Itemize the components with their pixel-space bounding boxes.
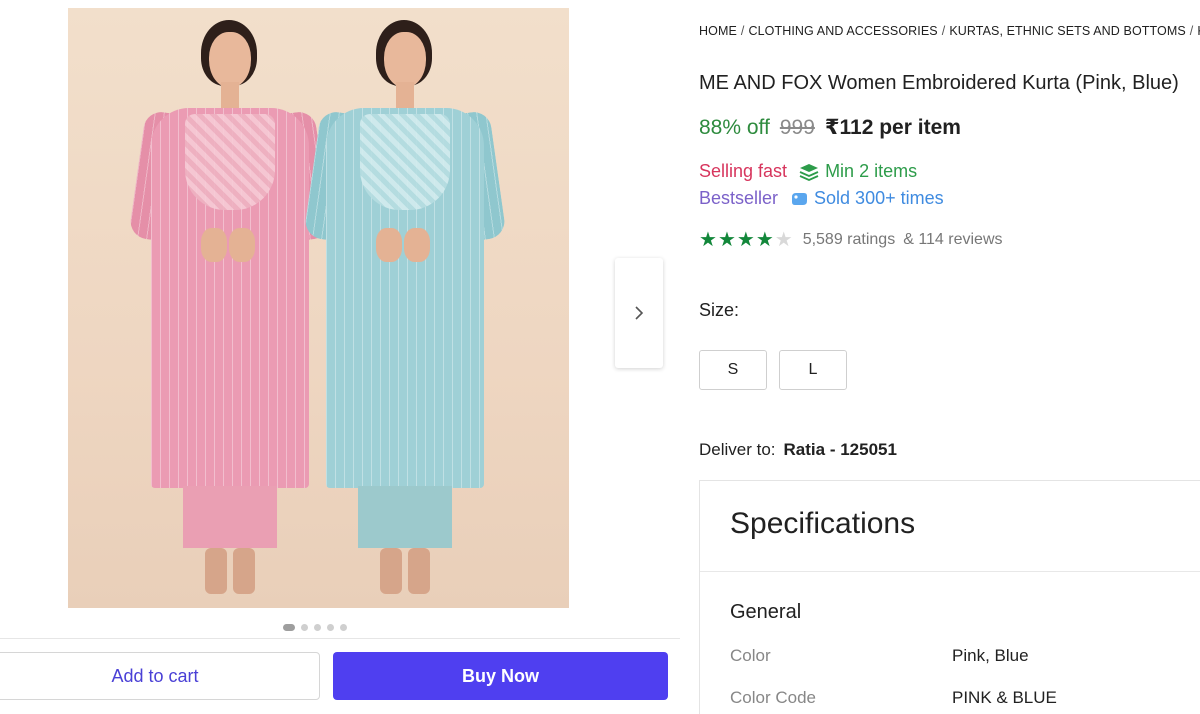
- product-title: ME AND FOX Women Embroidered Kurta (Pink…: [699, 72, 1179, 94]
- rating-row[interactable]: ★ ★ ★ ★ ★ 5,589 ratings & 114 reviews: [699, 230, 1003, 250]
- specifications-card: Specifications General Color Pink, Blue …: [699, 480, 1200, 714]
- sold-count-badge: Sold 300+ times: [790, 188, 944, 209]
- carousel-dots: [283, 624, 347, 631]
- price-row: 88% off 999 ₹112 per item: [699, 115, 961, 140]
- divider: [700, 571, 1200, 572]
- deliver-label: Deliver to:: [699, 440, 776, 459]
- spec-key: Color: [730, 646, 771, 665]
- spec-value: Pink, Blue: [952, 646, 1029, 665]
- star-icon: ★: [736, 229, 755, 251]
- star-empty-icon: ★: [774, 229, 793, 251]
- star-icon: ★: [717, 229, 736, 251]
- badge-row-2: Bestseller Sold 300+ times: [699, 188, 944, 209]
- bestseller-badge: Bestseller: [699, 188, 779, 208]
- spec-value: PINK & BLUE: [952, 688, 1057, 707]
- mrp-price: 999: [779, 116, 815, 139]
- star-icon: ★: [699, 229, 717, 251]
- min-items-badge: Min 2 items: [799, 161, 917, 182]
- size-option-l[interactable]: L: [779, 350, 847, 390]
- star-rating: ★ ★ ★ ★ ★: [699, 230, 793, 250]
- breadcrumb-home[interactable]: HOME: [699, 24, 737, 38]
- size-option-s[interactable]: S: [699, 350, 767, 390]
- discount-percent: 88% off: [699, 116, 770, 139]
- buy-now-button[interactable]: Buy Now: [333, 652, 668, 700]
- ratings-count: 5,589 ratings: [802, 231, 896, 248]
- carousel-dot-3[interactable]: [314, 624, 321, 631]
- star-icon: ★: [755, 229, 774, 251]
- tag-icon: [792, 192, 808, 205]
- add-to-cart-button[interactable]: Add to cart: [0, 652, 320, 700]
- deliver-location: Ratia - 125051: [783, 440, 897, 459]
- next-image-button[interactable]: [615, 258, 663, 368]
- layers-icon: [799, 163, 819, 181]
- breadcrumb: HOME / CLOTHING AND ACCESSORIES / KURTAS, ET…: [699, 24, 1200, 38]
- selling-price: ₹112 per item: [824, 116, 961, 139]
- specifications-title: Specifications: [730, 507, 916, 540]
- badge-row-1: Selling fast Min 2 items: [699, 161, 917, 182]
- spec-section-general: General: [730, 601, 802, 623]
- carousel-dot-2[interactable]: [301, 624, 308, 631]
- product-image[interactable]: [68, 8, 569, 608]
- size-label: Size:: [699, 300, 740, 320]
- spec-key: Color Code: [730, 688, 816, 707]
- carousel-dot-5[interactable]: [340, 624, 347, 631]
- carousel-dot-4[interactable]: [327, 624, 334, 631]
- breadcrumb-clothing[interactable]: CLOTHING AND ACCESSORIES: [748, 24, 937, 38]
- chevron-right-icon: [635, 306, 644, 320]
- reviews-count: & 114 reviews: [903, 231, 1003, 248]
- product-page: Add to cart Buy Now HOME / CLOTHING AND AC…: [0, 0, 1200, 714]
- breadcrumb-kurtas[interactable]: KURTAS, ETHNIC SETS AND BOTTOMS: [949, 24, 1185, 38]
- action-bar: Add to cart Buy Now: [0, 638, 680, 714]
- delivery-info[interactable]: Deliver to: Ratia - 125051: [699, 440, 897, 460]
- carousel-dot-1[interactable]: [283, 624, 295, 631]
- selling-fast-badge: Selling fast: [699, 161, 788, 181]
